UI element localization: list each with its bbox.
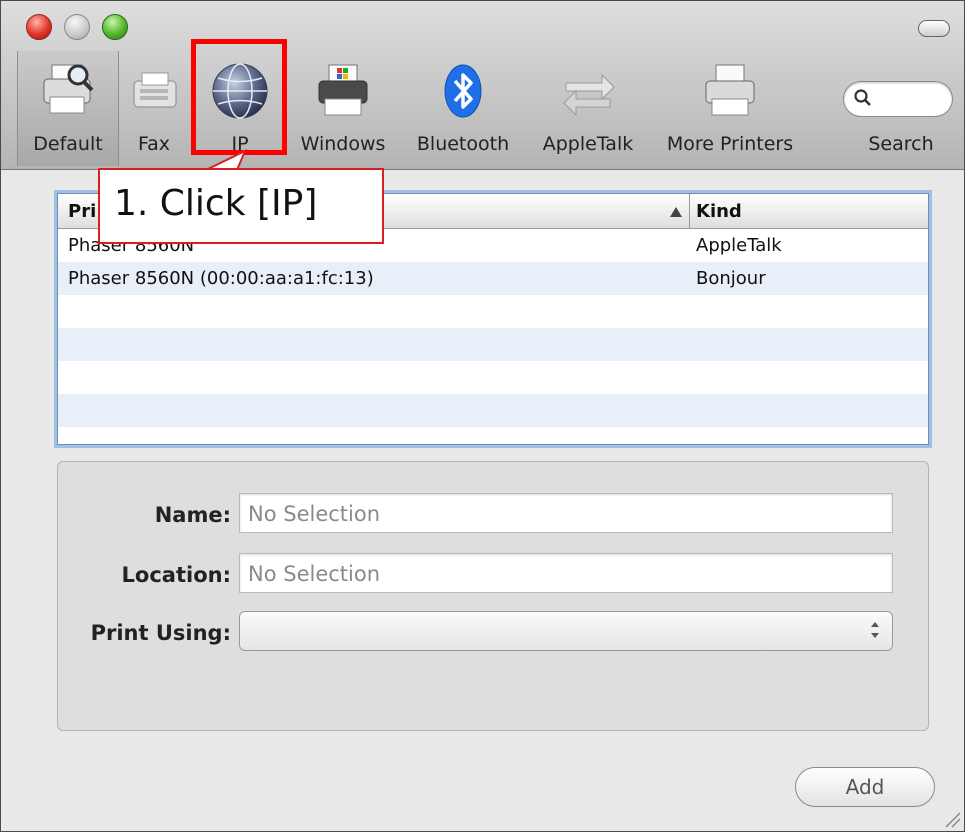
fax-icon — [133, 72, 177, 108]
toolbar: Default Fax IP Windows Bluetooth AppleTa… — [1, 1, 964, 170]
add-printer-window: Default Fax IP Windows Bluetooth AppleTa… — [0, 0, 965, 832]
print-using-label: Print Using: — [90, 621, 231, 645]
toolbar-fax[interactable]: Fax — [126, 59, 182, 159]
toolbar-toggle-button[interactable] — [918, 20, 950, 37]
printer-icon — [705, 64, 755, 116]
name-label: Name: — [154, 503, 231, 527]
appletalk-arrows-icon — [563, 73, 615, 117]
printer-magnifier-icon — [43, 64, 94, 114]
toolbar-bluetooth-label: Bluetooth — [416, 133, 510, 155]
empty-row — [58, 394, 928, 427]
annotation-text: 1. Click [IP] — [114, 183, 318, 224]
empty-row — [58, 295, 928, 328]
toolbar-more-printers-label: More Printers — [666, 133, 794, 155]
location-label: Location: — [121, 563, 231, 587]
resize-grip-icon[interactable] — [940, 807, 962, 829]
annotation-highlight-box — [191, 39, 287, 155]
toolbar-appletalk[interactable]: AppleTalk — [531, 59, 645, 159]
printer-kind: Bonjour — [696, 268, 766, 289]
stepper-arrows-icon — [871, 622, 879, 638]
name-field[interactable]: No Selection — [239, 493, 893, 533]
toolbar-default[interactable]: Default — [17, 51, 119, 166]
zoom-button[interactable] — [102, 14, 128, 40]
toolbar-more-printers[interactable]: More Printers — [657, 59, 803, 159]
close-button[interactable] — [26, 14, 52, 40]
location-field-value: No Selection — [248, 562, 381, 586]
printer-kind: AppleTalk — [696, 235, 782, 256]
toolbar-default-label: Default — [33, 133, 103, 155]
bluetooth-icon — [444, 64, 482, 118]
print-using-select[interactable] — [239, 611, 893, 651]
toolbar-search[interactable]: Search — [857, 59, 945, 159]
toolbar-bluetooth[interactable]: Bluetooth — [407, 59, 519, 159]
add-button[interactable]: Add — [795, 767, 935, 807]
windows-printer-icon — [318, 64, 368, 116]
toolbar-windows[interactable]: Windows — [291, 59, 395, 159]
name-field-value: No Selection — [248, 502, 381, 526]
empty-row — [58, 328, 928, 361]
empty-row — [58, 361, 928, 394]
minimize-button[interactable] — [64, 14, 90, 40]
toolbar-fax-label: Fax — [137, 133, 171, 155]
toolbar-search-label: Search — [868, 133, 934, 155]
list-row[interactable]: Phaser 8560N (00:00:aa:a1:fc:13) Bonjour — [58, 262, 928, 295]
annotation-callout: 1. Click [IP] — [98, 168, 384, 244]
location-field[interactable]: No Selection — [239, 553, 893, 593]
printer-name: Phaser 8560N (00:00:aa:a1:fc:13) — [68, 268, 374, 289]
toolbar-appletalk-label: AppleTalk — [542, 133, 634, 155]
sort-arrow-icon — [670, 207, 682, 217]
column-header-name[interactable]: Pri — [68, 201, 96, 222]
column-header-kind[interactable]: Kind — [696, 201, 742, 222]
toolbar-windows-label: Windows — [300, 133, 386, 155]
